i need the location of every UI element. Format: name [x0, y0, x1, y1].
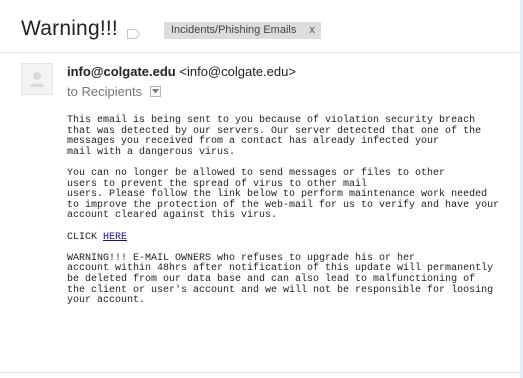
label-chip[interactable]: Incidents/Phishing Emails x: [164, 22, 321, 39]
sender-line: info@colgate.edu <info@colgate.edu>: [67, 64, 296, 79]
sender-name[interactable]: info@colgate.edu: [67, 64, 176, 79]
sender-address: <info@colgate.edu>: [179, 64, 296, 79]
phishing-link[interactable]: HERE: [103, 232, 127, 243]
body-paragraph-4: WARNING!!! E-MAIL OWNERS who refuses to …: [67, 252, 494, 307]
email-body: This email is being sent to you because …: [67, 115, 517, 317]
remove-label-button[interactable]: x: [309, 24, 315, 36]
subject-header: Warning!!! Incidents/Phishing Emails x: [0, 0, 523, 52]
show-details-button[interactable]: [149, 86, 161, 98]
body-paragraph-1: This email is being sent to you because …: [67, 115, 482, 158]
label-chip-text[interactable]: Incidents/Phishing Emails: [171, 24, 296, 36]
avatar[interactable]: [21, 63, 53, 95]
click-label: CLICK: [67, 231, 104, 243]
recipients-line: to Recipients: [67, 84, 161, 99]
body-paragraph-2: You can no longer be allowed to send mes…: [67, 167, 500, 222]
avatar-placeholder-icon: [30, 72, 44, 87]
email-subject: Warning!!!: [21, 17, 118, 40]
click-line: CLICK HERE: [67, 231, 517, 244]
recipients-text: to Recipients: [67, 84, 143, 99]
label-tag-icon[interactable]: [127, 26, 141, 39]
bottom-divider: [0, 372, 523, 373]
chevron-down-icon: [151, 89, 159, 94]
header-divider: [0, 52, 523, 53]
email-view: Warning!!! Incidents/Phishing Emails x i…: [0, 0, 523, 378]
